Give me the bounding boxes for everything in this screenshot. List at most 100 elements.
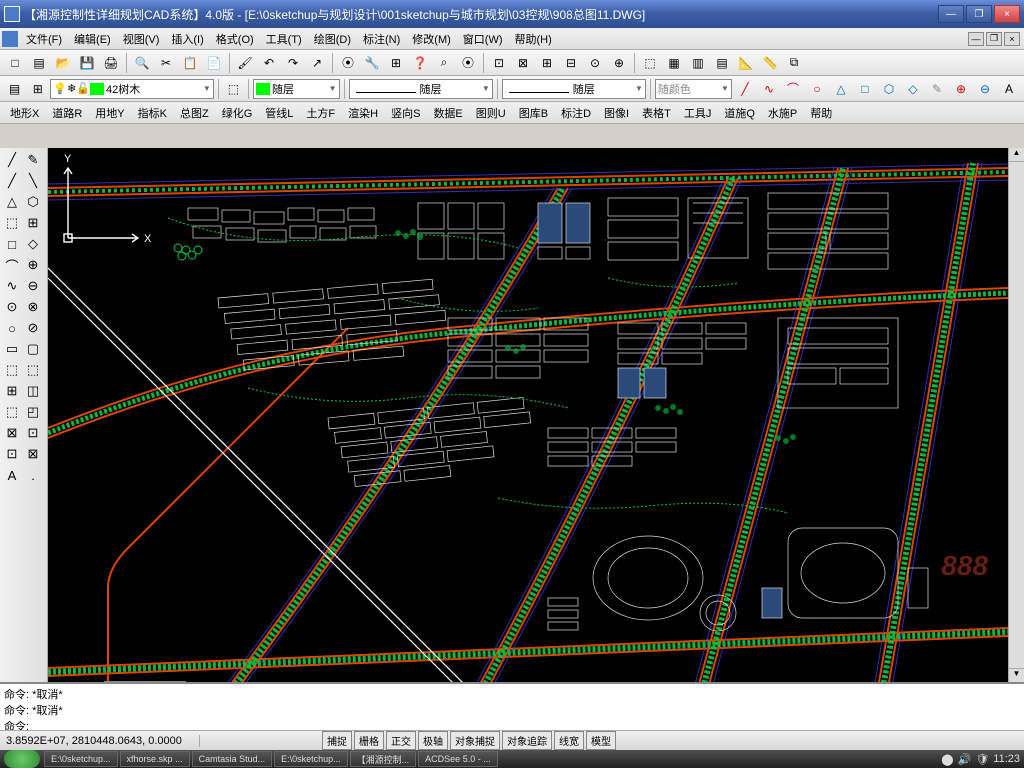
toolbar-button-2[interactable]: 📂 xyxy=(52,52,74,74)
toolbar-button-0[interactable]: □ xyxy=(4,52,26,74)
planning-menu-工具J[interactable]: 工具J xyxy=(678,103,719,123)
plotstyle-combo[interactable]: 随颜色▼ xyxy=(655,79,732,99)
modify-tool-3[interactable]: ○ xyxy=(806,78,828,100)
layer-states-button[interactable]: ⊞ xyxy=(27,78,48,100)
draw-tool-3-1[interactable]: ⊞ xyxy=(23,213,43,233)
toolbar-button-20[interactable]: ⊠ xyxy=(512,52,534,74)
drawing-canvas[interactable]: X Y 888 xyxy=(48,148,1008,682)
draw-tool-14-0[interactable]: ⊡ xyxy=(2,444,22,464)
toolbar-button-15[interactable]: ⊞ xyxy=(385,52,407,74)
lineweight-combo[interactable]: 随层▼ xyxy=(502,79,646,99)
draw-tool-11-1[interactable]: ◫ xyxy=(23,381,43,401)
status-toggle-对象捕捉[interactable]: 对象捕捉 xyxy=(450,731,500,750)
draw-tool-9-1[interactable]: ▢ xyxy=(23,339,43,359)
planning-menu-道施Q[interactable]: 道施Q xyxy=(718,103,762,123)
menu-标注N[interactable]: 标注(N) xyxy=(357,29,406,49)
taskbar-item[interactable]: Camtasia Stud... xyxy=(192,751,273,767)
start-button[interactable] xyxy=(4,750,40,768)
draw-tool-0-0[interactable]: ╱ xyxy=(2,150,22,170)
status-toggle-对象追踪[interactable]: 对象追踪 xyxy=(502,731,552,750)
planning-menu-图库B[interactable]: 图库B xyxy=(513,103,555,123)
toolbar-button-6[interactable]: ✂ xyxy=(155,52,177,74)
modify-tool-1[interactable]: ∿ xyxy=(758,78,780,100)
window-maximize-button[interactable]: ❐ xyxy=(966,5,992,23)
toolbar-button-4[interactable]: 🖨 xyxy=(100,52,122,74)
modify-tool-2[interactable]: ⌒ xyxy=(782,78,804,100)
draw-tool-3-0[interactable]: ⬚ xyxy=(2,213,22,233)
toolbar-button-21[interactable]: ⊞ xyxy=(536,52,558,74)
toolbar-button-18[interactable]: ⦿ xyxy=(457,52,479,74)
toolbar-button-14[interactable]: 🔧 xyxy=(361,52,383,74)
toolbar-button-23[interactable]: ⊙ xyxy=(584,52,606,74)
modify-tool-7[interactable]: ◇ xyxy=(902,78,924,100)
planning-menu-表格T[interactable]: 表格T xyxy=(636,103,678,123)
planning-menu-指标K[interactable]: 指标K xyxy=(132,103,174,123)
toolbar-button-22[interactable]: ⊟ xyxy=(560,52,582,74)
draw-tool-11-0[interactable]: ⊞ xyxy=(2,381,22,401)
draw-tool-14-1[interactable]: ⊠ xyxy=(23,444,43,464)
window-close-button[interactable]: × xyxy=(994,5,1020,23)
taskbar-item[interactable]: E:\0sketchup... xyxy=(274,751,348,767)
planning-menu-竖向S[interactable]: 竖向S xyxy=(385,103,427,123)
modify-tool-4[interactable]: △ xyxy=(830,78,852,100)
taskbar-item[interactable]: xfhorse.skp ... xyxy=(120,751,190,767)
layer-manager-button[interactable]: ▤ xyxy=(4,78,25,100)
toolbar-button-29[interactable]: 📐 xyxy=(735,52,757,74)
modify-tool-11[interactable]: A xyxy=(998,78,1020,100)
toolbar-button-5[interactable]: 🔍 xyxy=(131,52,153,74)
toolbar-button-12[interactable]: ↗ xyxy=(306,52,328,74)
menu-修改M[interactable]: 修改(M) xyxy=(406,29,457,49)
draw-tool-7-0[interactable]: ⊙ xyxy=(2,297,22,317)
draw-tool-10-1[interactable]: ⬚ xyxy=(23,360,43,380)
planning-menu-地形X[interactable]: 地形X xyxy=(4,103,46,123)
draw-tool-9-0[interactable]: ▭ xyxy=(2,339,22,359)
draw-tool-2-0[interactable]: △ xyxy=(2,192,22,212)
doc-minimize-button[interactable]: — xyxy=(968,32,984,46)
menu-工具T[interactable]: 工具(T) xyxy=(260,29,308,49)
toolbar-button-27[interactable]: ▥ xyxy=(687,52,709,74)
draw-tool-12-0[interactable]: ⬚ xyxy=(2,402,22,422)
draw-tool-6-0[interactable]: ∿ xyxy=(2,276,22,296)
menu-插入I[interactable]: 插入(I) xyxy=(165,29,209,49)
draw-tool-15-0[interactable]: A xyxy=(2,465,22,485)
draw-tool-0-1[interactable]: ✎ xyxy=(23,150,43,170)
planning-menu-帮助[interactable]: 帮助 xyxy=(804,103,839,123)
modify-tool-0[interactable]: ╱ xyxy=(734,78,756,100)
toolbar-button-9[interactable]: 🖌 xyxy=(234,52,256,74)
toolbar-button-26[interactable]: ▦ xyxy=(663,52,685,74)
draw-tool-1-1[interactable]: ╲ xyxy=(23,171,43,191)
planning-menu-用地Y[interactable]: 用地Y xyxy=(89,103,131,123)
draw-tool-13-0[interactable]: ⊠ xyxy=(2,423,22,443)
taskbar-item[interactable]: E:\0sketchup... xyxy=(44,751,118,767)
doc-close-button[interactable]: × xyxy=(1004,32,1020,46)
draw-tool-4-0[interactable]: □ xyxy=(2,234,22,254)
toolbar-button-13[interactable]: ⦿ xyxy=(337,52,359,74)
menu-窗口W[interactable]: 窗口(W) xyxy=(457,29,509,49)
draw-tool-7-1[interactable]: ⊗ xyxy=(23,297,43,317)
status-toggle-极轴[interactable]: 极轴 xyxy=(418,731,448,750)
modify-tool-10[interactable]: ⊖ xyxy=(974,78,996,100)
status-toggle-捕捉[interactable]: 捕捉 xyxy=(322,731,352,750)
planning-menu-水施P[interactable]: 水施P xyxy=(762,103,804,123)
toolbar-button-17[interactable]: ⌕ xyxy=(433,52,455,74)
draw-tool-8-0[interactable]: ○ xyxy=(2,318,22,338)
vertical-scrollbar[interactable]: ▲ ▼ xyxy=(1008,148,1024,682)
draw-tool-12-1[interactable]: ◰ xyxy=(23,402,43,422)
toolbar-button-30[interactable]: 📏 xyxy=(759,52,781,74)
toolbar-button-28[interactable]: ▤ xyxy=(711,52,733,74)
draw-tool-4-1[interactable]: ◇ xyxy=(23,234,43,254)
modify-tool-8[interactable]: ✎ xyxy=(926,78,948,100)
status-toggle-正交[interactable]: 正交 xyxy=(386,731,416,750)
tray-icon[interactable]: 🛡 xyxy=(975,753,989,766)
planning-menu-总图Z[interactable]: 总图Z xyxy=(174,103,216,123)
toolbar-button-11[interactable]: ↷ xyxy=(282,52,304,74)
draw-tool-5-1[interactable]: ⊕ xyxy=(23,255,43,275)
planning-menu-绿化G[interactable]: 绿化G xyxy=(216,103,260,123)
linetype-combo[interactable]: 随层▼ xyxy=(349,79,493,99)
toolbar-button-10[interactable]: ↶ xyxy=(258,52,280,74)
tray-icon[interactable]: 🔊 xyxy=(958,753,972,766)
draw-tool-2-1[interactable]: ⬡ xyxy=(23,192,43,212)
status-toggle-栅格[interactable]: 栅格 xyxy=(354,731,384,750)
planning-menu-土方F[interactable]: 土方F xyxy=(300,103,342,123)
color-combo[interactable]: 随层▼ xyxy=(253,79,340,99)
